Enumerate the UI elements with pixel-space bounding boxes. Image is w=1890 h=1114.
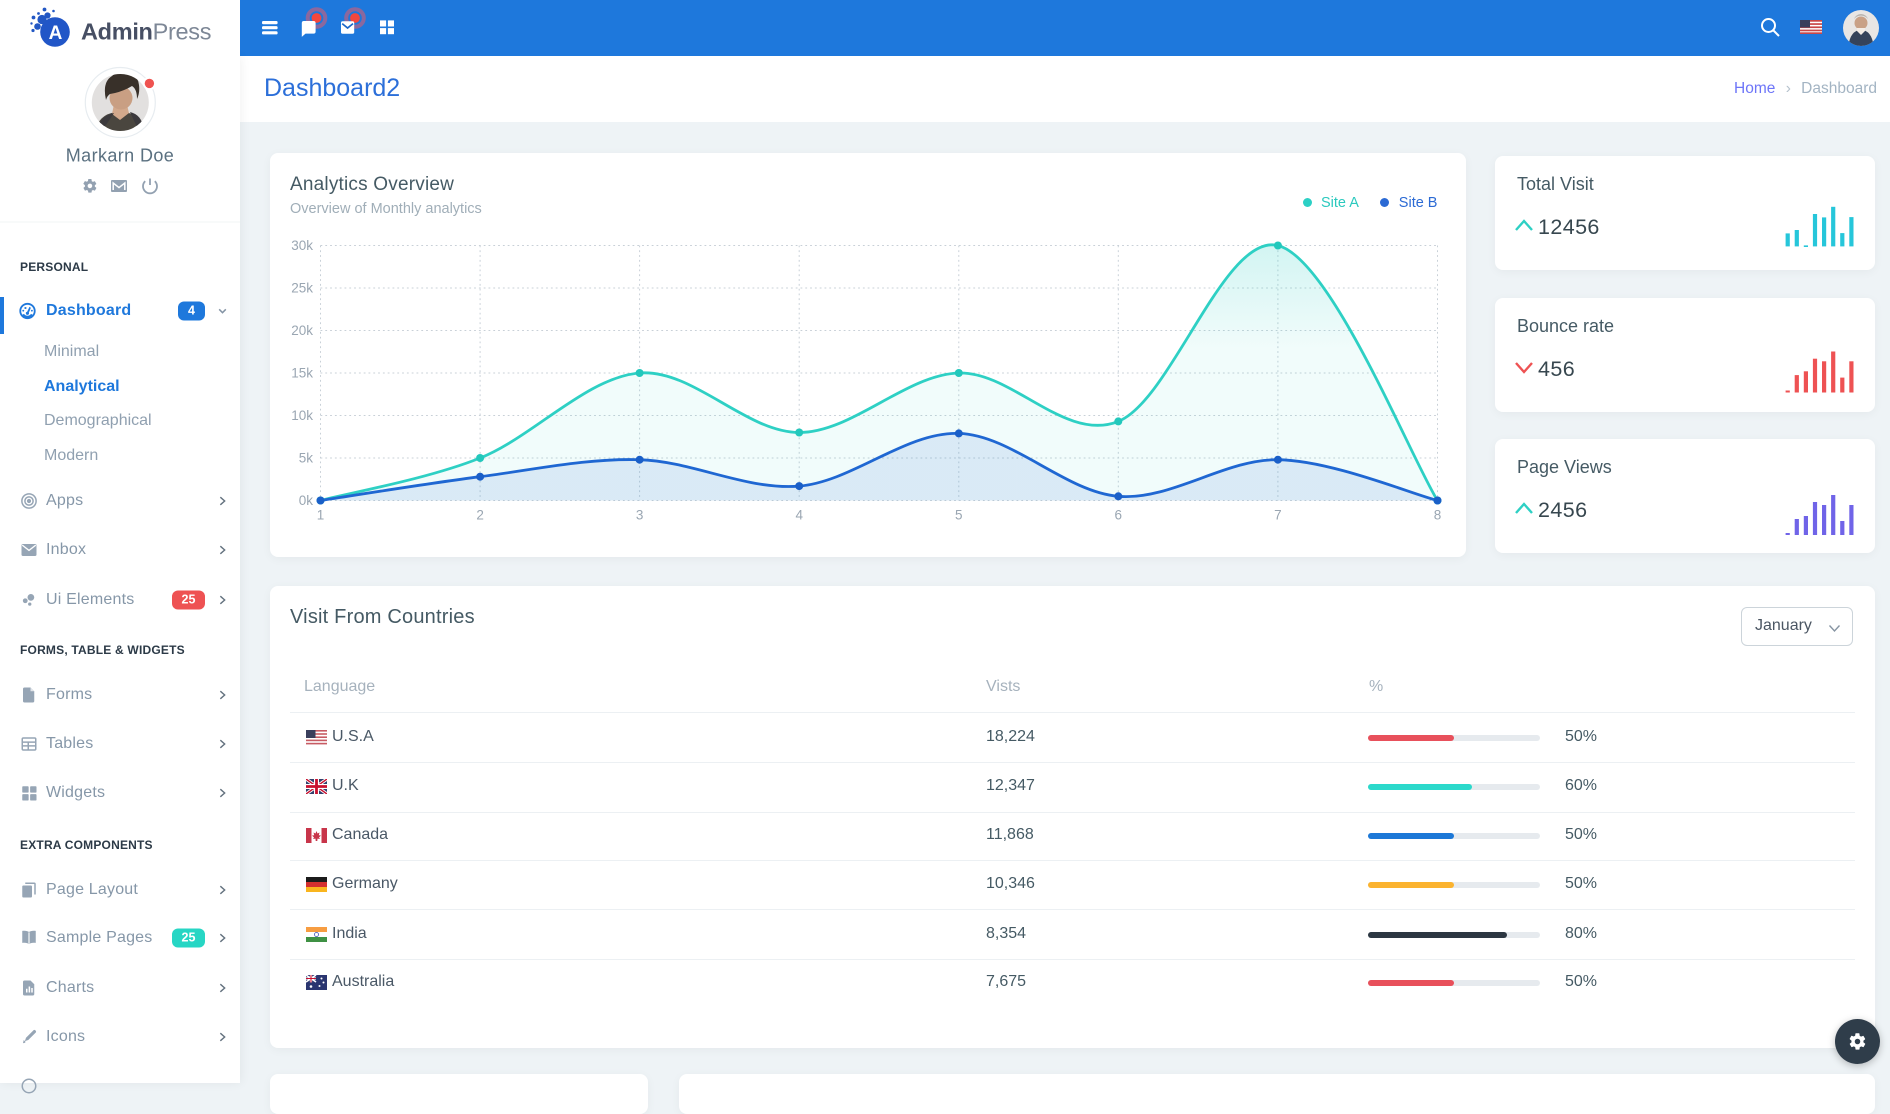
svg-text:5: 5 [955, 507, 963, 522]
svg-text:6: 6 [1115, 507, 1123, 522]
svg-text:2456: 2456 [1538, 498, 1587, 522]
svg-text:A: A [49, 23, 63, 44]
svg-text:2: 2 [476, 507, 484, 522]
svg-text:15k: 15k [291, 365, 313, 380]
svg-text:5k: 5k [299, 450, 314, 465]
svg-text:20k: 20k [291, 323, 313, 338]
svg-text:10k: 10k [291, 408, 313, 423]
svg-text:0k: 0k [299, 493, 314, 508]
svg-text:3: 3 [636, 507, 644, 522]
svg-text:8: 8 [1434, 507, 1442, 522]
svg-text:456: 456 [1538, 357, 1575, 381]
svg-text:1: 1 [317, 507, 325, 522]
svg-text:25k: 25k [291, 280, 313, 295]
svg-text:30k: 30k [291, 238, 313, 253]
svg-text:4: 4 [795, 507, 803, 522]
svg-text:Markarn Doe: Markarn Doe [66, 146, 174, 166]
svg-text:7: 7 [1274, 507, 1282, 522]
svg-text:12456: 12456 [1538, 215, 1600, 239]
svg-text:AdminPress: AdminPress [81, 19, 211, 45]
